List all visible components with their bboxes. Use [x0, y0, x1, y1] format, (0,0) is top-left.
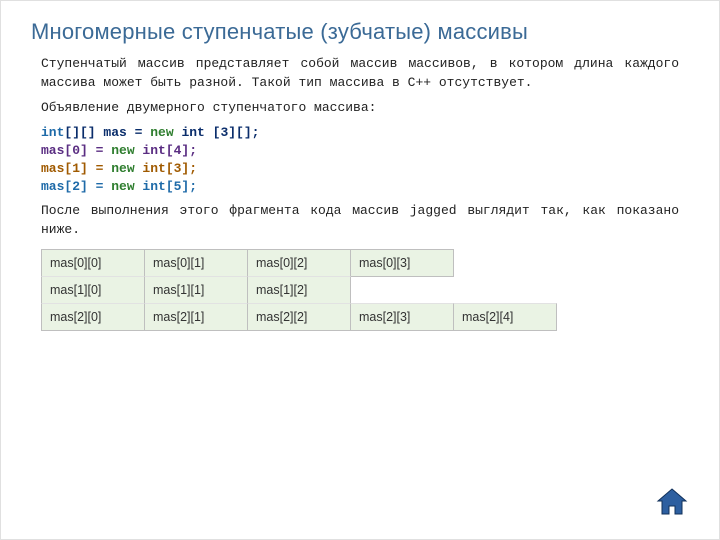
- code-kw-new: new: [111, 161, 134, 176]
- slide: Многомерные ступенчатые (зубчатые) масси…: [0, 0, 720, 540]
- table-row: mas[1][0] mas[1][1] mas[1][2]: [41, 277, 679, 304]
- table-cell: mas[0][2]: [247, 249, 351, 277]
- paragraph-3: После выполнения этого фрагмента кода ма…: [41, 202, 679, 240]
- jagged-table: mas[0][0] mas[0][1] mas[0][2] mas[0][3] …: [41, 250, 679, 331]
- code-kw-new: new: [111, 143, 134, 158]
- table-cell: mas[2][2]: [247, 303, 351, 331]
- code-text: [][] mas =: [64, 125, 150, 140]
- table-row: mas[0][0] mas[0][1] mas[0][2] mas[0][3]: [41, 250, 679, 277]
- table-cell: mas[2][3]: [350, 303, 454, 331]
- code-text: int: [174, 125, 213, 140]
- table-cell: mas[0][0]: [41, 249, 145, 277]
- code-kw-new: new: [150, 125, 173, 140]
- code-text: int[4];: [135, 143, 197, 158]
- code-block: int[][] mas = new int [3][]; mas[0] = ne…: [41, 124, 679, 197]
- code-line-1: int[][] mas = new int [3][];: [41, 124, 679, 142]
- paragraph-1: Ступенчатый массив представляет собой ма…: [41, 55, 679, 93]
- table-cell: mas[2][4]: [453, 303, 557, 331]
- home-button[interactable]: [655, 487, 689, 517]
- table-row: mas[2][0] mas[2][1] mas[2][2] mas[2][3] …: [41, 304, 679, 331]
- table-cell: mas[0][3]: [350, 249, 454, 277]
- slide-title: Многомерные ступенчатые (зубчатые) масси…: [1, 1, 719, 51]
- table-cell: mas[2][1]: [144, 303, 248, 331]
- table-cell: mas[1][0]: [41, 276, 145, 304]
- code-line-2: mas[0] = new int[4];: [41, 142, 679, 160]
- code-text: int[3];: [135, 161, 197, 176]
- table-cell: mas[1][1]: [144, 276, 248, 304]
- paragraph-2: Объявление двумерного ступенчатого масси…: [41, 99, 679, 118]
- code-text: mas[2] =: [41, 179, 111, 194]
- table-cell: mas[2][0]: [41, 303, 145, 331]
- code-text: int[5];: [135, 179, 197, 194]
- code-line-4: mas[2] = new int[5];: [41, 178, 679, 196]
- table-cell: mas[0][1]: [144, 249, 248, 277]
- table-cell: mas[1][2]: [247, 276, 351, 304]
- code-line-3: mas[1] = new int[3];: [41, 160, 679, 178]
- code-kw-new: new: [111, 179, 134, 194]
- code-text: mas[1] =: [41, 161, 111, 176]
- code-text: mas[0] =: [41, 143, 111, 158]
- code-kw-int: int: [41, 125, 64, 140]
- home-icon: [655, 487, 689, 517]
- code-text: [3][];: [213, 125, 260, 140]
- slide-body: Ступенчатый массив представляет собой ма…: [1, 51, 719, 331]
